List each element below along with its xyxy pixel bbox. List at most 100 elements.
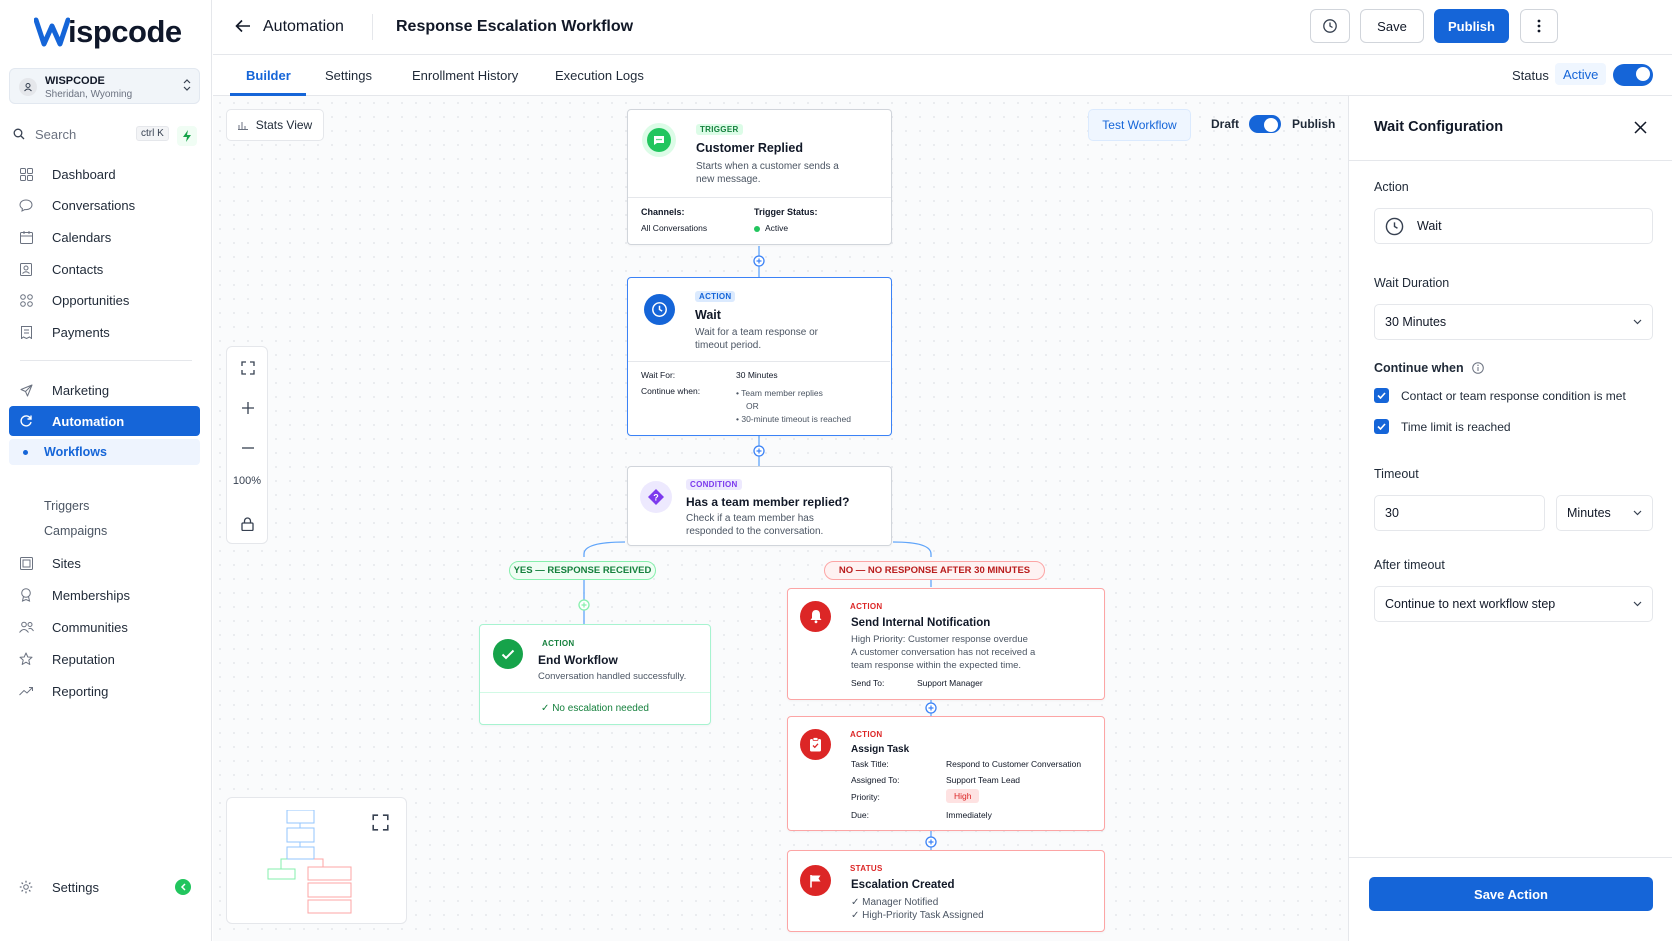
task-title: Assign Task — [851, 744, 910, 755]
sidebar-item-settings[interactable]: Settings — [9, 872, 200, 902]
checkbox-response-label: Contact or team response condition is me… — [1401, 389, 1626, 403]
save-button[interactable]: Save — [1360, 9, 1424, 43]
top-header: Automation Response Escalation Workflow … — [213, 0, 1672, 55]
close-icon[interactable] — [1634, 121, 1647, 134]
assign-task-node[interactable]: ACTION Assign Task Task Title: Respond t… — [787, 716, 1105, 831]
tab-execution-logs[interactable]: Execution Logs — [555, 68, 644, 83]
condition-desc-1: Check if a team member has — [686, 513, 814, 524]
wait-node[interactable]: ACTION Wait Wait for a team response or … — [627, 277, 892, 436]
publish-button[interactable]: Publish — [1434, 9, 1509, 43]
condition-node[interactable]: ? CONDITION Has a team member replied? C… — [627, 466, 892, 546]
location-name: WISPCODE — [45, 75, 105, 87]
zoom-in-icon[interactable] — [241, 401, 255, 415]
sidebar-item-sites[interactable]: Sites — [9, 548, 200, 578]
subitem-label: Triggers — [44, 499, 90, 513]
sidebar-subitem-triggers[interactable]: Triggers — [9, 493, 200, 519]
escalation-created-node[interactable]: STATUS Escalation Created ✓ Manager Noti… — [787, 850, 1105, 932]
timeout-unit-select[interactable]: Minutes — [1556, 495, 1653, 531]
star-icon — [18, 651, 34, 667]
draft-label: Draft — [1211, 117, 1240, 131]
trigger-icon-wrapper — [642, 123, 676, 157]
continue-when-label: Continue when: — [641, 386, 701, 396]
chevron-left-icon — [180, 883, 187, 891]
location-switcher[interactable]: WISPCODE Sheridan, Wyoming — [9, 68, 200, 104]
action-select[interactable]: Wait — [1374, 208, 1653, 244]
sidebar-item-automation[interactable]: Automation — [9, 406, 200, 436]
sidebar-item-reputation[interactable]: Reputation — [9, 644, 200, 674]
save-action-button[interactable]: Save Action — [1369, 877, 1653, 911]
test-workflow-button[interactable]: Test Workflow — [1088, 109, 1191, 141]
stats-view-button[interactable]: Stats View — [226, 109, 324, 141]
task-title-label: Task Title: — [851, 759, 889, 769]
wait-duration-select[interactable]: 30 Minutes — [1374, 304, 1653, 340]
chevron-down-icon — [1633, 319, 1642, 325]
checkbox-time-limit[interactable] — [1374, 419, 1389, 434]
sidebar-subitem-campaigns[interactable]: Campaigns — [9, 518, 200, 544]
search-label: Search — [35, 126, 77, 142]
more-options-button[interactable] — [1520, 9, 1558, 43]
header-divider — [372, 14, 373, 40]
continue-when-label: Continue when — [1374, 361, 1464, 375]
notify-title: Send Internal Notification — [851, 617, 991, 629]
logo-w-icon — [34, 17, 70, 47]
notify-tag: ACTION — [850, 602, 883, 611]
card-divider — [628, 361, 890, 362]
status-toggle[interactable] — [1613, 64, 1653, 86]
zoom-out-icon[interactable] — [241, 441, 255, 455]
sidebar-item-contacts[interactable]: Contacts — [9, 254, 200, 284]
sidebar-item-label: Settings — [52, 879, 99, 895]
sidebar-item-opportunities[interactable]: Opportunities — [9, 285, 200, 315]
send-notification-node[interactable]: ACTION Send Internal Notification High P… — [787, 588, 1105, 700]
end-title: End Workflow — [538, 653, 618, 667]
send-icon — [18, 382, 34, 398]
status-label: Status — [1512, 68, 1549, 83]
history-button[interactable] — [1310, 9, 1350, 43]
sidebar-item-dashboard[interactable]: Dashboard — [9, 159, 200, 189]
clock-icon — [1385, 217, 1404, 236]
checkbox-response-condition[interactable] — [1374, 388, 1389, 403]
back-arrow-icon[interactable] — [235, 19, 251, 33]
wispcode-logo[interactable]: ispcode — [34, 14, 182, 50]
priority-label: Priority: — [851, 792, 880, 802]
search-icon — [13, 128, 25, 140]
assigned-to-value: Support Team Lead — [946, 775, 1021, 785]
condition-desc-2: responded to the conversation. — [686, 526, 824, 537]
search-bar[interactable]: Search ctrl K — [9, 121, 179, 147]
trigger-node[interactable]: TRIGGER Customer Replied Starts when a c… — [627, 109, 892, 245]
tab-settings[interactable]: Settings — [325, 68, 372, 83]
sidebar-item-calendars[interactable]: Calendars — [9, 222, 200, 252]
sidebar-item-reporting[interactable]: Reporting — [9, 676, 200, 706]
sidebar-item-memberships[interactable]: Memberships — [9, 580, 200, 610]
sidebar-item-conversations[interactable]: Conversations — [9, 190, 200, 220]
info-icon[interactable] — [1471, 362, 1484, 374]
priority-badge: High — [946, 789, 980, 803]
draft-publish-toggle[interactable] — [1249, 115, 1281, 133]
workflow-title[interactable]: Response Escalation Workflow — [396, 18, 633, 36]
fit-view-icon[interactable] — [241, 361, 255, 375]
after-timeout-select[interactable]: Continue to next workflow step — [1374, 586, 1653, 622]
tab-enrollment-history[interactable]: Enrollment History — [412, 68, 518, 83]
sidebar-item-label: Contacts — [52, 261, 104, 277]
collapse-sidebar-button[interactable] — [175, 879, 191, 895]
tab-builder[interactable]: Builder — [246, 68, 291, 83]
sidebar-item-communities[interactable]: Communities — [9, 612, 200, 642]
kebab-menu-icon — [1537, 19, 1541, 33]
yes-branch-label: YES — RESPONSE RECEIVED — [509, 561, 656, 580]
sidebar-item-label: Marketing — [52, 382, 110, 398]
location-address: Sheridan, Wyoming — [45, 89, 133, 100]
chat-bubble-icon — [18, 197, 34, 213]
minimap[interactable] — [226, 797, 407, 924]
end-desc: Conversation handled successfully. — [538, 671, 687, 682]
sidebar-item-marketing[interactable]: Marketing — [9, 375, 200, 405]
after-timeout-label: After timeout — [1374, 558, 1445, 572]
quick-actions-button[interactable] — [177, 126, 197, 146]
sidebar-subitem-workflows[interactable]: Workflows — [9, 439, 200, 465]
breadcrumb-section[interactable]: Automation — [263, 18, 344, 36]
end-workflow-node[interactable]: ACTION End Workflow Conversation handled… — [479, 624, 711, 725]
timeout-input[interactable]: 30 — [1374, 495, 1545, 531]
sidebar-item-payments[interactable]: Payments — [9, 317, 200, 347]
stats-icon — [237, 120, 248, 130]
minimap-expand-icon[interactable] — [372, 814, 389, 831]
lock-icon[interactable] — [241, 517, 254, 531]
automation-icon — [18, 413, 34, 429]
